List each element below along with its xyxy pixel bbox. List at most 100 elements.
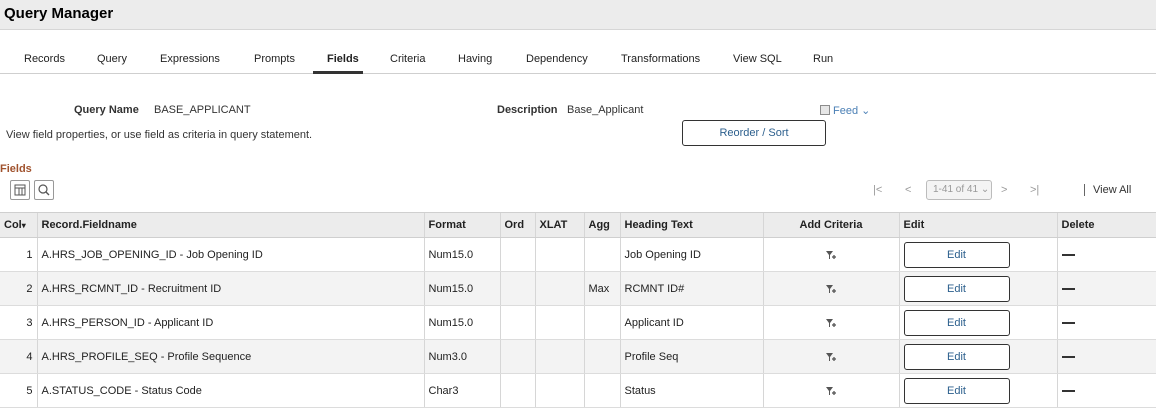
tab-query[interactable]: Query xyxy=(97,53,127,65)
cell-ord xyxy=(499,339,535,374)
edit-button[interactable]: Edit xyxy=(903,343,1010,370)
cell-format: Num15.0 xyxy=(423,237,500,272)
cell-ord xyxy=(499,373,535,408)
cell-edit: Edit xyxy=(898,305,1057,340)
cell-col: 3 xyxy=(0,305,37,340)
col-header-col[interactable]: Col▾ xyxy=(0,212,37,238)
table-row: 5 A.STATUS_CODE - Status Code Char3 Stat… xyxy=(0,373,1156,408)
query-name-label: Query Name xyxy=(74,104,139,116)
chevron-down-icon: ⌄ xyxy=(861,105,871,117)
cell-col: 5 xyxy=(0,373,37,408)
add-criteria-icon[interactable] xyxy=(824,350,838,364)
tab-dependency[interactable]: Dependency xyxy=(526,53,588,65)
table-row: 4 A.HRS_PROFILE_SEQ - Profile Sequence N… xyxy=(0,339,1156,374)
cell-delete xyxy=(1056,305,1156,340)
reorder-sort-button[interactable]: Reorder / Sort xyxy=(682,120,826,146)
cell-add-criteria xyxy=(762,339,899,374)
col-header-add-criteria: Add Criteria xyxy=(762,212,899,238)
tab-view-sql[interactable]: View SQL xyxy=(733,53,782,65)
page-range-value: 1-41 of 41 xyxy=(933,184,979,195)
col-header-agg: Agg xyxy=(583,212,620,238)
cell-xlat xyxy=(534,339,584,374)
cell-ord xyxy=(499,271,535,306)
cell-agg xyxy=(583,305,620,340)
active-tab-indicator xyxy=(313,71,363,74)
cell-heading-text: Applicant ID xyxy=(619,305,763,340)
cell-edit: Edit xyxy=(898,339,1057,374)
col-header-format: Format xyxy=(423,212,500,238)
title-bar: Query Manager xyxy=(0,0,1156,30)
view-all-link[interactable]: View All xyxy=(1093,184,1131,196)
cell-xlat xyxy=(534,237,584,272)
tab-prompts[interactable]: Prompts xyxy=(254,53,295,65)
cell-ord xyxy=(499,305,535,340)
last-page-icon[interactable]: >| xyxy=(1030,184,1039,196)
col-header-delete: Delete xyxy=(1056,212,1156,238)
cell-col: 2 xyxy=(0,271,37,306)
cell-heading-text: RCMNT ID# xyxy=(619,271,763,306)
chevron-down-icon: ⌄ xyxy=(980,184,990,195)
tab-transformations[interactable]: Transformations xyxy=(621,53,700,65)
search-icon xyxy=(38,184,50,196)
tab-records[interactable]: Records xyxy=(24,53,65,65)
page-range-select[interactable]: 1-41 of 41 ⌄ xyxy=(926,180,992,200)
grid-personalize-button[interactable] xyxy=(10,180,30,200)
col-header-xlat: XLAT xyxy=(534,212,584,238)
cell-edit: Edit xyxy=(898,271,1057,306)
cell-format: Num15.0 xyxy=(423,271,500,306)
add-criteria-icon[interactable] xyxy=(824,384,838,398)
tab-bar: Records Query Expressions Prompts Fields… xyxy=(0,44,1156,74)
previous-page-icon[interactable]: < xyxy=(905,184,911,196)
query-name-value: BASE_APPLICANT xyxy=(154,104,251,116)
next-page-icon[interactable]: > xyxy=(1001,184,1007,196)
cell-col: 4 xyxy=(0,339,37,374)
tab-fields[interactable]: Fields xyxy=(327,53,359,65)
delete-icon[interactable] xyxy=(1061,321,1075,324)
cell-add-criteria xyxy=(762,237,899,272)
tab-expressions[interactable]: Expressions xyxy=(160,53,220,65)
edit-button[interactable]: Edit xyxy=(903,241,1010,268)
cell-heading-text: Job Opening ID xyxy=(619,237,763,272)
grid-search-button[interactable] xyxy=(34,180,54,200)
cell-agg xyxy=(583,339,620,374)
cell-heading-text: Profile Seq xyxy=(619,339,763,374)
edit-button[interactable]: Edit xyxy=(903,377,1010,404)
cell-add-criteria xyxy=(762,305,899,340)
fields-section-title: Fields xyxy=(0,163,32,175)
description-label: Description xyxy=(497,104,558,116)
add-criteria-icon[interactable] xyxy=(824,282,838,296)
fields-grid: Col▾ Record.Fieldname Format Ord XLAT Ag… xyxy=(0,212,1156,408)
delete-icon[interactable] xyxy=(1061,253,1075,256)
grid-personalize-icon xyxy=(14,184,26,196)
feed-dropdown[interactable]: Feed ⌄ xyxy=(820,104,870,117)
pager-separator xyxy=(1084,184,1085,196)
delete-icon[interactable] xyxy=(1061,355,1075,358)
cell-record-fieldname: A.STATUS_CODE - Status Code xyxy=(36,373,424,408)
cell-format: Num3.0 xyxy=(423,339,500,374)
add-criteria-icon[interactable] xyxy=(824,248,838,262)
edit-button[interactable]: Edit xyxy=(903,275,1010,302)
tab-having[interactable]: Having xyxy=(458,53,492,65)
cell-format: Char3 xyxy=(423,373,500,408)
col-header-heading-text: Heading Text xyxy=(619,212,763,238)
feed-icon xyxy=(820,105,830,115)
description-value: Base_Applicant xyxy=(567,104,644,116)
tab-run[interactable]: Run xyxy=(813,53,833,65)
feed-label: Feed xyxy=(833,105,859,117)
cell-agg xyxy=(583,373,620,408)
table-row: 2 A.HRS_RCMNT_ID - Recruitment ID Num15.… xyxy=(0,271,1156,306)
cell-add-criteria xyxy=(762,271,899,306)
cell-xlat xyxy=(534,305,584,340)
tab-criteria[interactable]: Criteria xyxy=(390,53,425,65)
first-page-icon[interactable]: |< xyxy=(873,184,882,196)
delete-icon[interactable] xyxy=(1061,287,1075,290)
add-criteria-icon[interactable] xyxy=(824,316,838,330)
cell-edit: Edit xyxy=(898,373,1057,408)
cell-format: Num15.0 xyxy=(423,305,500,340)
cell-edit: Edit xyxy=(898,237,1057,272)
edit-button[interactable]: Edit xyxy=(903,309,1010,336)
cell-xlat xyxy=(534,373,584,408)
table-row: 3 A.HRS_PERSON_ID - Applicant ID Num15.0… xyxy=(0,305,1156,340)
delete-icon[interactable] xyxy=(1061,389,1075,392)
cell-heading-text: Status xyxy=(619,373,763,408)
